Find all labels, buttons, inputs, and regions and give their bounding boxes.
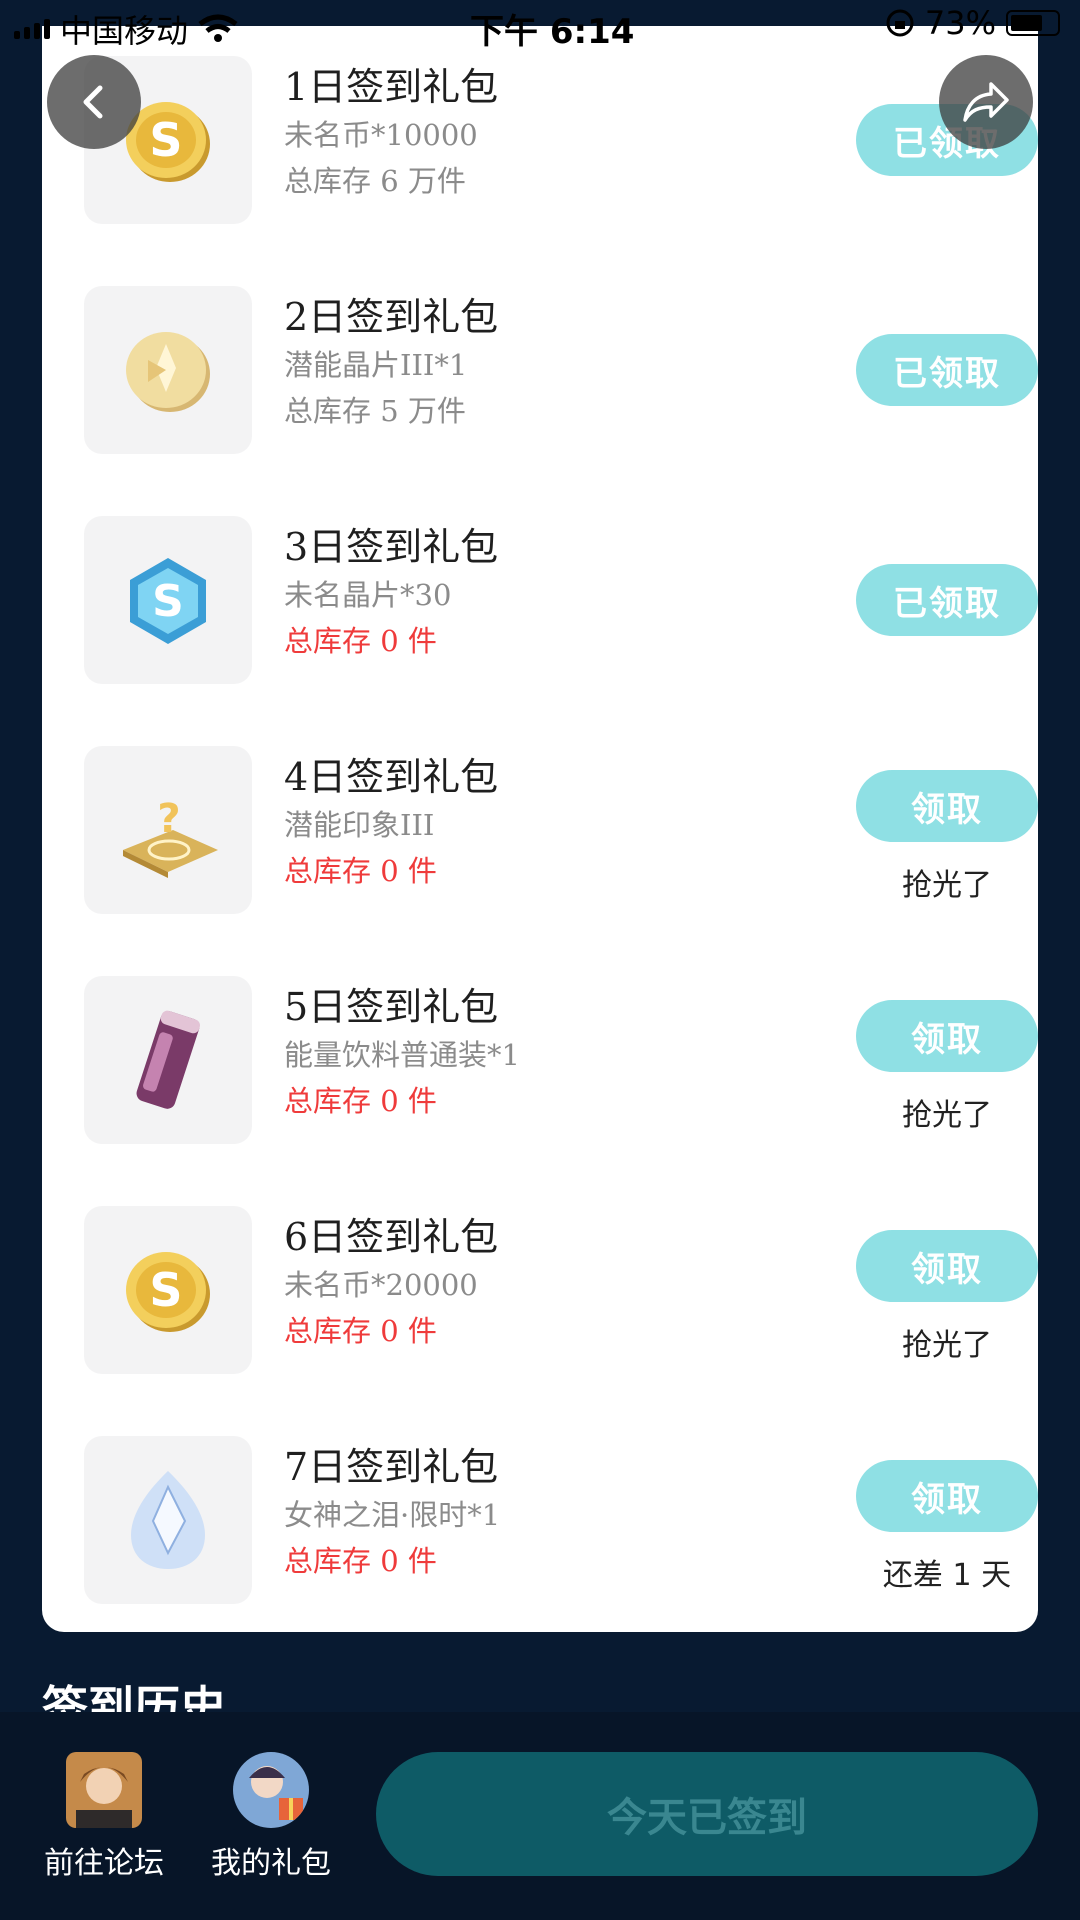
claim-button[interactable]: 领取 <box>856 1460 1038 1532</box>
reward-info: 3日签到礼包 未名晶片*30 总库存 0 件 <box>284 522 498 664</box>
reward-row: 2日签到礼包 潜能晶片III*1 总库存 5 万件 已领取 <box>84 286 1038 454</box>
reward-title: 1日签到礼包 <box>284 65 499 109</box>
reward-row: S 6日签到礼包 未名币*20000 总库存 0 件 领取 抢光了 <box>84 1206 1038 1374</box>
reward-list-card: S 1日签到礼包 未名币*10000 总库存 6 万件 已领取 2日签到礼包 潜… <box>42 26 1038 1632</box>
rotation-lock-icon <box>886 9 914 37</box>
reward-desc: 未名币*20000 <box>284 1268 478 1302</box>
sold-out-note: 抢光了 <box>902 1328 992 1363</box>
potential-chip-icon <box>84 286 252 454</box>
reward-title: 4日签到礼包 <box>284 755 499 799</box>
coin-icon: S <box>84 1206 252 1374</box>
reward-info: 6日签到礼包 未名币*20000 总库存 0 件 <box>284 1212 498 1354</box>
reward-row: 7日签到礼包 女神之泪·限时*1 总库存 0 件 领取 还差 1 天 <box>84 1436 1038 1604</box>
claim-button[interactable]: 领取 <box>856 1230 1038 1302</box>
claimed-button[interactable]: 已领取 <box>856 334 1038 406</box>
reward-info: 2日签到礼包 潜能晶片III*1 总库存 5 万件 <box>284 292 498 434</box>
crystal-chip-icon: S <box>84 516 252 684</box>
reward-desc: 未名晶片*30 <box>284 578 452 612</box>
chevron-left-icon <box>83 85 103 119</box>
tear-gem-icon <box>84 1436 252 1604</box>
svg-text:S: S <box>149 1263 182 1317</box>
reward-desc: 潜能印象III <box>284 808 435 842</box>
checked-in-button[interactable]: 今天已签到 <box>376 1752 1038 1876</box>
reward-stock: 总库存 0 件 <box>284 854 437 888</box>
reward-info: 7日签到礼包 女神之泪·限时*1 总库存 0 件 <box>284 1442 500 1584</box>
share-icon <box>963 82 1009 122</box>
sold-out-note: 抢光了 <box>902 868 992 903</box>
reward-row: 5日签到礼包 能量饮料普通装*1 总库存 0 件 领取 抢光了 <box>84 976 1038 1144</box>
reward-stock: 总库存 0 件 <box>284 1314 437 1348</box>
days-remaining-note: 还差 1 天 <box>882 1558 1012 1593</box>
forum-tab[interactable]: 前往论坛 <box>34 1752 174 1882</box>
reward-desc: 未名币*10000 <box>284 118 478 152</box>
reward-row: S 1日签到礼包 未名币*10000 总库存 6 万件 已领取 <box>84 56 1038 224</box>
battery-percent: 73% <box>924 4 996 42</box>
reward-title: 5日签到礼包 <box>284 985 499 1029</box>
share-button[interactable] <box>939 55 1033 149</box>
history-title: 签到历史 <box>42 1681 226 1712</box>
reward-desc: 能量饮料普通装*1 <box>284 1038 520 1072</box>
status-right: 73% <box>885 4 1060 42</box>
reward-stock: 总库存 6 万件 <box>284 164 466 198</box>
claim-button[interactable]: 领取 <box>856 1000 1038 1072</box>
reward-desc: 女神之泪·限时*1 <box>284 1498 501 1532</box>
claim-button[interactable]: 领取 <box>856 770 1038 842</box>
reward-info: 5日签到礼包 能量饮料普通装*1 总库存 0 件 <box>284 982 520 1124</box>
reward-title: 3日签到礼包 <box>284 525 499 569</box>
back-button[interactable] <box>47 55 141 149</box>
reward-title: 7日签到礼包 <box>284 1445 499 1489</box>
reward-stock: 总库存 0 件 <box>284 1084 437 1118</box>
sold-out-note: 抢光了 <box>902 1098 992 1133</box>
reward-info: 4日签到礼包 潜能印象III 总库存 0 件 <box>284 752 498 894</box>
signal-icon <box>14 19 50 39</box>
reward-title: 6日签到礼包 <box>284 1215 499 1259</box>
energy-drink-icon <box>84 976 252 1144</box>
bottom-bar: 前往论坛 我的礼包 今天已签到 <box>0 1712 1080 1920</box>
carrier-name: 中国移动 <box>60 12 189 50</box>
reward-stock: 总库存 0 件 <box>284 624 437 658</box>
battery-icon <box>1006 10 1060 36</box>
svg-text:S: S <box>149 113 182 167</box>
reward-title: 2日签到礼包 <box>284 295 499 339</box>
claimed-button[interactable]: 已领取 <box>856 564 1038 636</box>
reward-row: ? 4日签到礼包 潜能印象III 总库存 0 件 领取 抢光了 <box>84 746 1038 914</box>
reward-info: 1日签到礼包 未名币*10000 总库存 6 万件 <box>284 62 498 204</box>
status-bar: 中国移动 下午 6:14 73% <box>0 0 1080 56</box>
gift-label: 我的礼包 <box>211 1846 331 1881</box>
reward-row: S 3日签到礼包 未名晶片*30 总库存 0 件 已领取 <box>84 516 1038 684</box>
gift-avatar <box>233 1752 309 1828</box>
reward-stock: 总库存 5 万件 <box>284 394 466 428</box>
forum-avatar <box>66 1752 142 1828</box>
reward-stock: 总库存 0 件 <box>284 1544 437 1578</box>
carrier-group: 中国移动 <box>14 6 238 52</box>
impression-icon: ? <box>84 746 252 914</box>
svg-text:S: S <box>152 576 184 627</box>
forum-label: 前往论坛 <box>44 1846 164 1881</box>
my-gifts-tab[interactable]: 我的礼包 <box>201 1752 341 1882</box>
wifi-icon <box>198 14 238 42</box>
svg-text:?: ? <box>157 796 180 842</box>
clock: 下午 6:14 <box>470 12 635 52</box>
reward-desc: 潜能晶片III*1 <box>284 348 468 382</box>
